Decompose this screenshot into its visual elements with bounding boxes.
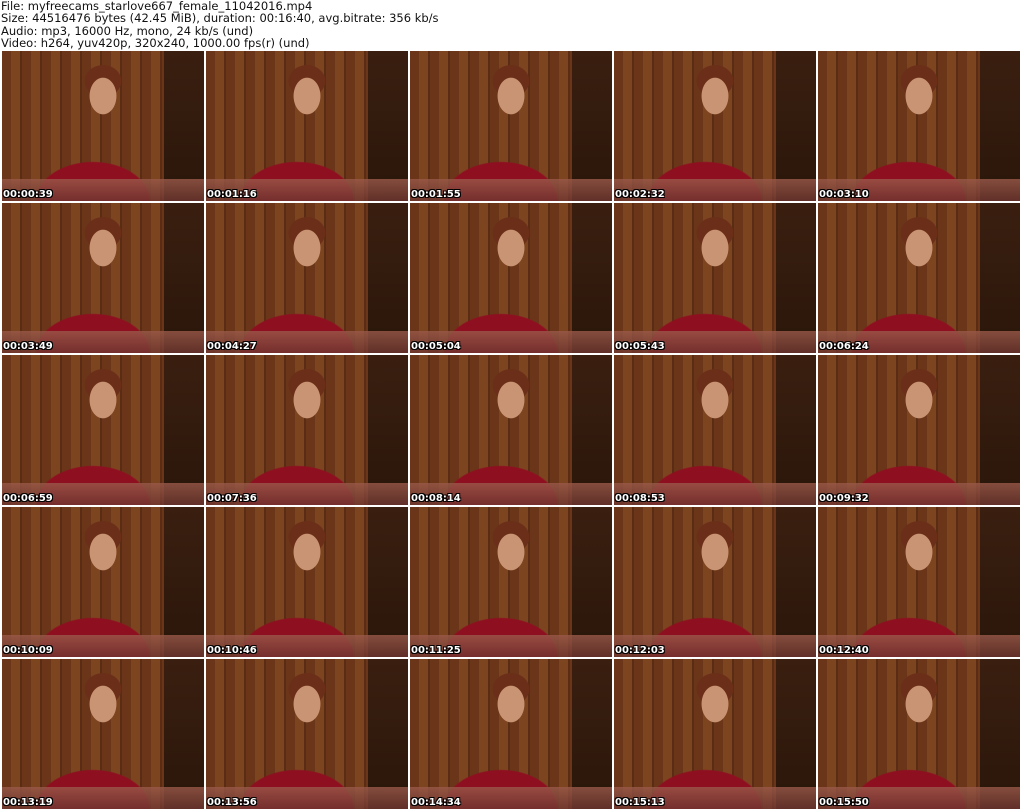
timestamp: 00:08:14 [411, 493, 461, 504]
video-thumbnail: 00:08:14 [410, 355, 612, 505]
timestamp: 00:03:10 [819, 189, 869, 200]
video-thumbnail: 00:06:59 [2, 355, 204, 505]
timestamp: 00:04:27 [207, 341, 257, 352]
video-thumbnail: 00:08:53 [614, 355, 816, 505]
timestamp: 00:10:46 [207, 645, 257, 656]
video-thumbnail: 00:00:39 [2, 51, 204, 201]
video-thumbnail: 00:10:09 [2, 507, 204, 657]
timestamp: 00:06:59 [3, 493, 53, 504]
video-thumbnail: 00:10:46 [206, 507, 408, 657]
video-thumbnail: 00:11:25 [410, 507, 612, 657]
video-thumbnail: 00:04:27 [206, 203, 408, 353]
timestamp: 00:15:50 [819, 797, 869, 808]
video-thumbnail: 00:15:50 [818, 659, 1020, 809]
timestamp: 00:01:55 [411, 189, 461, 200]
timestamp: 00:15:13 [615, 797, 665, 808]
timestamp: 00:06:24 [819, 341, 869, 352]
timestamp: 00:12:03 [615, 645, 665, 656]
video-thumbnail: 00:06:24 [818, 203, 1020, 353]
timestamp: 00:08:53 [615, 493, 665, 504]
video-thumbnail: 00:03:10 [818, 51, 1020, 201]
video-thumbnail: 00:05:04 [410, 203, 612, 353]
video-thumbnail: 00:01:55 [410, 51, 612, 201]
video-thumbnail: 00:15:13 [614, 659, 816, 809]
video-thumbnail: 00:05:43 [614, 203, 816, 353]
video-thumbnail: 00:07:36 [206, 355, 408, 505]
video-thumbnail: 00:09:32 [818, 355, 1020, 505]
video-thumbnail: 00:03:49 [2, 203, 204, 353]
timestamp: 00:02:32 [615, 189, 665, 200]
timestamp: 00:13:19 [3, 797, 53, 808]
timestamp: 00:05:43 [615, 341, 665, 352]
timestamp: 00:01:16 [207, 189, 257, 200]
file-info-header: File: myfreecams_starlove667_female_1104… [1, 0, 439, 49]
timestamp: 00:00:39 [3, 189, 53, 200]
timestamp: 00:07:36 [207, 493, 257, 504]
video-thumbnail: 00:14:34 [410, 659, 612, 809]
video-thumbnail: 00:13:56 [206, 659, 408, 809]
timestamp: 00:05:04 [411, 341, 461, 352]
thumbnail-grid: 00:00:39 00:01:16 00:01:55 00:02:32 00:03:10… [2, 51, 1020, 809]
timestamp: 00:09:32 [819, 493, 869, 504]
video-thumbnail: 00:12:40 [818, 507, 1020, 657]
video-thumbnail: 00:13:19 [2, 659, 204, 809]
video-thumbnail: 00:01:16 [206, 51, 408, 201]
video-info: Video: h264, yuv420p, 320x240, 1000.00 f… [1, 35, 310, 50]
timestamp: 00:14:34 [411, 797, 461, 808]
file-size: Size: 44516476 bytes (42.45 MiB), durati… [1, 11, 439, 26]
timestamp: 00:03:49 [3, 341, 53, 352]
video-thumbnail: 00:12:03 [614, 507, 816, 657]
timestamp: 00:10:09 [3, 645, 53, 656]
video-thumbnail: 00:02:32 [614, 51, 816, 201]
timestamp: 00:11:25 [411, 645, 461, 656]
timestamp: 00:12:40 [819, 645, 869, 656]
timestamp: 00:13:56 [207, 797, 257, 808]
